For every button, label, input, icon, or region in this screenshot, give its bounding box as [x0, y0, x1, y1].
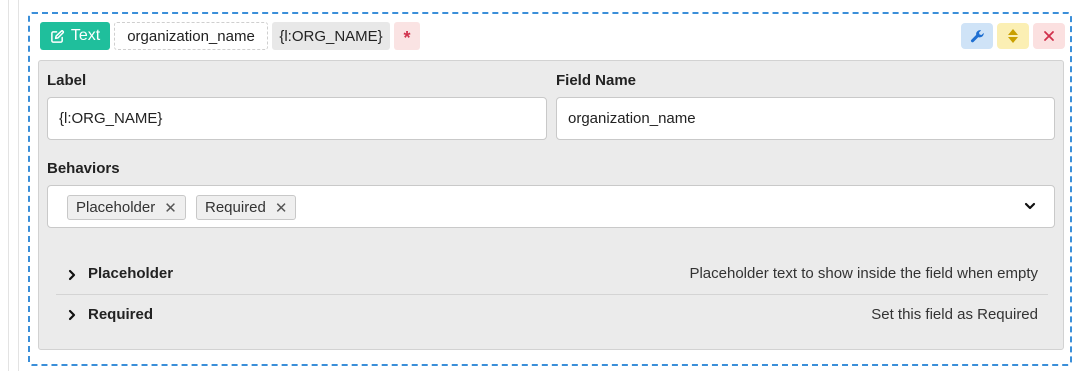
- outer-guide-line: [8, 0, 9, 371]
- field-name-input[interactable]: [556, 97, 1055, 140]
- behavior-title: Required: [88, 305, 154, 323]
- label-title: Label: [47, 72, 87, 89]
- tag-remove-icon[interactable]: ✕: [164, 199, 177, 217]
- form-field-editor: Text organization_name {l:ORG_NAME} * La…: [28, 12, 1072, 366]
- field-label-chip[interactable]: {l:ORG_NAME}: [272, 22, 390, 50]
- edit-icon: [50, 29, 65, 44]
- behaviors-select[interactable]: Placeholder ✕ Required ✕: [47, 185, 1055, 228]
- behavior-tag-required: Required ✕: [196, 195, 297, 220]
- inner-guide-line: [18, 0, 19, 371]
- field-type-badge[interactable]: Text: [40, 22, 110, 50]
- remove-field-button[interactable]: [1033, 23, 1065, 49]
- field-name-title: Field Name: [556, 72, 637, 89]
- label-input[interactable]: [47, 97, 547, 140]
- behavior-description: Set this field as Required: [871, 305, 1038, 323]
- settings-button[interactable]: [961, 23, 993, 49]
- behavior-tag-placeholder: Placeholder ✕: [67, 195, 186, 220]
- reorder-button[interactable]: [997, 23, 1029, 49]
- chevron-right-icon: [66, 308, 78, 321]
- field-type-label: Text: [70, 27, 101, 44]
- wrench-icon: [970, 29, 985, 44]
- required-marker: *: [394, 22, 420, 50]
- behavior-description: Placeholder text to show inside the fiel…: [689, 265, 1038, 282]
- tag-remove-icon[interactable]: ✕: [275, 199, 288, 217]
- tag-label: Placeholder: [76, 199, 156, 216]
- chevron-right-icon: [66, 268, 78, 280]
- behaviors-title: Behaviors: [47, 160, 120, 177]
- chevron-down-icon[interactable]: [1023, 199, 1037, 213]
- sort-icon: [1007, 28, 1019, 44]
- behavior-row-required[interactable]: Required Set this field as Required: [56, 294, 1048, 333]
- tag-label: Required: [205, 199, 266, 216]
- close-icon: [1043, 30, 1055, 42]
- field-settings-panel: Label Field Name Behaviors Placeholder ✕…: [38, 60, 1064, 350]
- field-name-chip[interactable]: organization_name: [114, 22, 268, 50]
- behavior-row-placeholder[interactable]: Placeholder Placeholder text to show ins…: [56, 254, 1048, 293]
- behavior-title: Placeholder: [88, 265, 174, 282]
